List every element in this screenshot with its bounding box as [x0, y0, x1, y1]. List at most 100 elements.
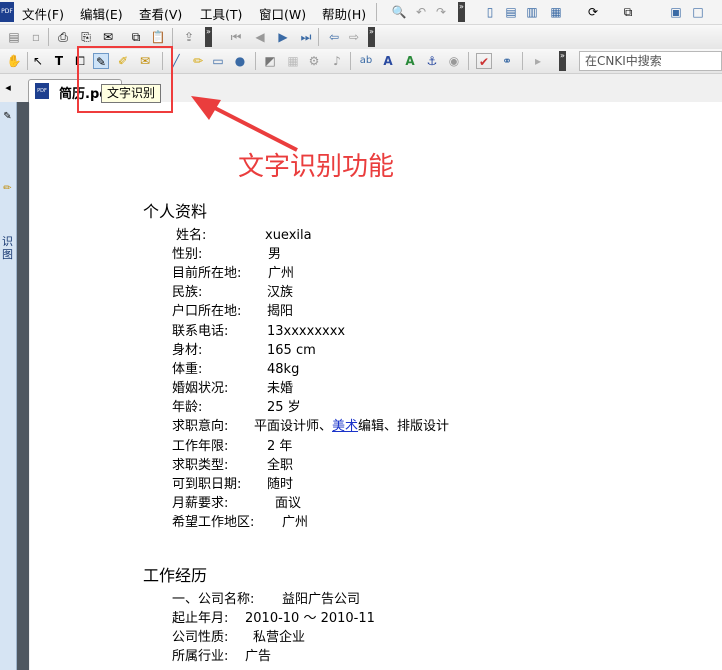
row-label: 性别:	[172, 247, 203, 262]
next-page-icon[interactable]: ▶	[275, 29, 291, 45]
continuous-facing-icon[interactable]: ▦	[548, 4, 564, 20]
save-icon[interactable]: ▫	[28, 29, 44, 45]
paste-icon[interactable]: 📋	[150, 29, 166, 45]
row-value: 25 岁	[267, 400, 301, 415]
toolbar-grip[interactable]: »	[205, 27, 212, 47]
ellipse-tool-icon[interactable]: ●	[232, 53, 248, 69]
toolbar-grip[interactable]: »	[458, 2, 465, 22]
separator	[48, 28, 49, 46]
section-title-work: 工作经历	[143, 566, 208, 585]
text-select-icon[interactable]: T	[51, 53, 67, 69]
toolbar-grip[interactable]: »	[559, 51, 566, 71]
select-tool-icon[interactable]: ↖	[30, 53, 46, 69]
print-icon[interactable]: ⎙	[55, 29, 71, 45]
menu-tools[interactable]: 工具(T)	[200, 4, 242, 23]
cnki-search-input[interactable]: 在CNKI中搜索	[579, 51, 722, 71]
single-page-icon[interactable]: ▯	[482, 4, 498, 20]
toolbar-grip[interactable]: »	[368, 27, 375, 47]
find-icon[interactable]: 🔍	[391, 4, 407, 20]
row-label: 工作年限:	[172, 439, 229, 454]
undo-icon[interactable]: ↶	[413, 4, 429, 20]
pencil-tool-icon[interactable]: ✏	[190, 53, 206, 69]
text-annot-icon[interactable]: A	[380, 53, 396, 69]
row-value: 广州	[282, 515, 309, 530]
row-value: 未婚	[267, 381, 294, 396]
section-title-personal: 个人资料	[143, 202, 208, 221]
row-value: 私营企业	[253, 630, 306, 645]
hand-tool-icon[interactable]: ✋	[6, 53, 22, 69]
fullscreen-icon[interactable]: ▣	[668, 4, 684, 20]
document-page	[30, 102, 722, 670]
attach-icon[interactable]: ◉	[446, 53, 462, 69]
separator	[172, 28, 173, 46]
row-label: 身材:	[172, 343, 203, 358]
separator	[350, 52, 351, 70]
play-icon[interactable]: ▸	[530, 53, 546, 69]
row-value: 48kg	[267, 362, 300, 377]
row-value: 2010-10 ～ 2010-11	[245, 611, 375, 626]
row-value: 2 年	[267, 439, 293, 454]
row-value: 男	[268, 247, 282, 262]
annotation-panel-icon[interactable]: ✏	[1, 182, 14, 196]
rectangle-tool-icon[interactable]: ▭	[210, 53, 226, 69]
continuous-page-icon[interactable]: ▤	[503, 4, 519, 20]
copy-icon[interactable]: ⧉	[128, 29, 144, 45]
first-page-icon[interactable]: ⏮	[228, 29, 244, 45]
row-value: 面议	[275, 496, 302, 511]
separator	[255, 52, 256, 70]
typewriter-icon[interactable]: ab	[358, 53, 374, 69]
menu-help[interactable]: 帮助(H)	[322, 4, 366, 23]
menu-window[interactable]: 窗口(W)	[259, 4, 306, 23]
row-label: 所属行业:	[172, 649, 229, 664]
menu-bar: PDF 文件(F) 编辑(E) 查看(V) 工具(T) 窗口(W) 帮助(H) …	[0, 0, 722, 25]
anchor-icon[interactable]: ⚓	[424, 53, 440, 69]
row-value: 广州	[268, 266, 295, 281]
row-value: 汉族	[267, 285, 294, 300]
row-value: 广告	[245, 649, 272, 664]
row-value: 平面设计师、	[254, 419, 333, 434]
last-page-icon[interactable]: ⏭	[298, 29, 314, 45]
row-label: 求职意向:	[172, 419, 229, 434]
bookmark-icon[interactable]: ✎	[1, 110, 14, 124]
row-label: 户口所在地:	[172, 304, 242, 319]
separator	[27, 52, 28, 70]
row-label: 一、公司名称:	[172, 592, 255, 607]
side-panel: ✎ 识图 ✏	[0, 102, 17, 670]
menu-view[interactable]: 查看(V)	[139, 4, 182, 23]
ocr-tooltip: 文字识别	[101, 84, 161, 103]
back-icon[interactable]: ⇦	[326, 29, 342, 45]
row-label: 起止年月:	[172, 611, 229, 626]
row-value: xuexila	[265, 228, 312, 243]
audio-icon[interactable]: ♪	[329, 53, 345, 69]
window-icon[interactable]: □	[690, 4, 706, 20]
text-callout-icon[interactable]: A	[402, 53, 418, 69]
row-label: 求职类型:	[172, 458, 229, 473]
layout-icon[interactable]: ⧉	[620, 4, 636, 20]
row-label: 可到职日期:	[172, 477, 242, 492]
row-label: 年龄:	[172, 400, 203, 415]
separator	[522, 52, 523, 70]
image-icon[interactable]: ▦	[285, 53, 301, 69]
menu-file[interactable]: 文件(F)	[22, 4, 64, 23]
pdf-file-icon: PDF	[35, 83, 49, 99]
eraser-icon[interactable]: ◩	[262, 53, 278, 69]
open-icon[interactable]: ▤	[6, 29, 22, 45]
page-gutter	[17, 102, 29, 670]
redo-icon[interactable]: ↷	[433, 4, 449, 20]
facing-page-icon[interactable]: ▥	[524, 4, 540, 20]
art-link[interactable]: 美术	[332, 419, 358, 434]
email-icon[interactable]: ✉	[100, 29, 116, 45]
settings-icon[interactable]: ⚙	[306, 53, 322, 69]
row-label: 月薪要求:	[172, 496, 229, 511]
tab-scroll-left-icon[interactable]: ◂	[0, 80, 16, 96]
forward-icon[interactable]: ⇨	[346, 29, 362, 45]
checklist-icon[interactable]: ✔	[476, 53, 492, 69]
print-preview-icon[interactable]: ⎘	[78, 29, 94, 45]
export-icon[interactable]: ⇪	[181, 29, 197, 45]
menu-edit[interactable]: 编辑(E)	[80, 4, 123, 23]
link-icon[interactable]: ⚭	[499, 53, 515, 69]
row-value: 随时	[267, 477, 294, 492]
prev-page-icon[interactable]: ◀	[252, 29, 268, 45]
rotate-icon[interactable]: ⟳	[585, 4, 601, 20]
side-panel-label[interactable]: 识图	[1, 235, 14, 261]
